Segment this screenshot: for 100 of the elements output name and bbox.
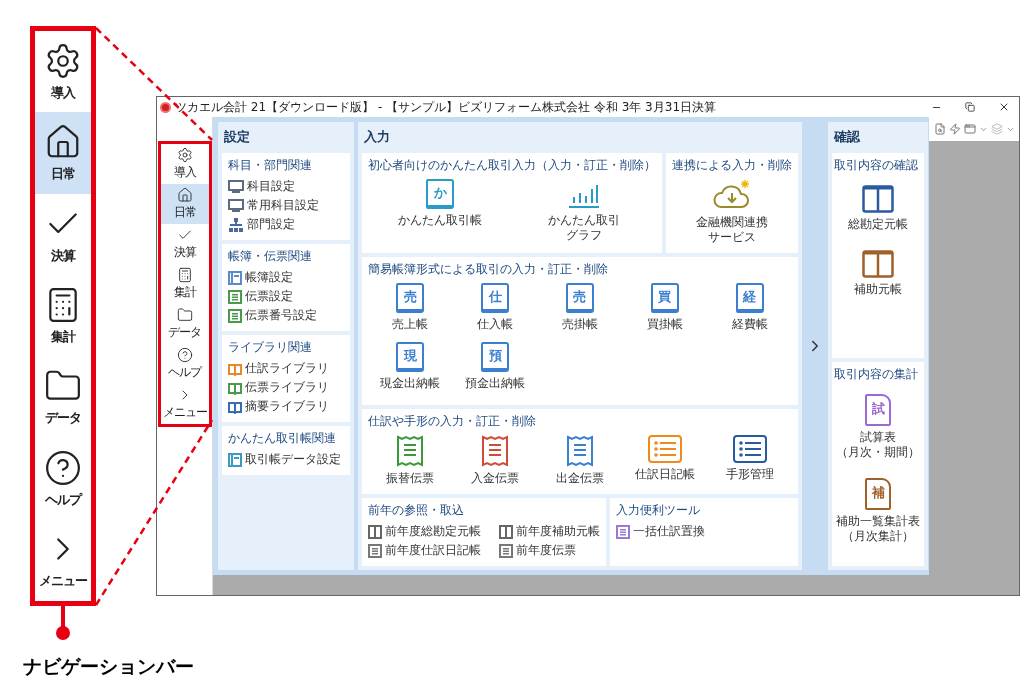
column-title: 確認: [832, 128, 861, 146]
shortcut-button[interactable]: か かんたん取引帳: [368, 177, 512, 245]
section-title: 入力便利ツール: [616, 502, 701, 519]
nav-item[interactable]: ヘルプ: [35, 438, 91, 520]
file-search-icon[interactable]: [934, 123, 946, 135]
help-icon: [176, 347, 193, 363]
menu-link[interactable]: 伝票ライブラリ: [228, 378, 344, 397]
shortcut-button[interactable]: 経 経費帳: [707, 281, 792, 334]
tile-label: 経費帳: [731, 317, 768, 332]
shortcut-button[interactable]: かんたん取引 グラフ: [512, 177, 656, 245]
tile-label: 売上帳: [392, 317, 429, 332]
tile-label: 仕入帳: [477, 317, 514, 332]
folder-icon: [176, 307, 193, 323]
book-icon: 買: [650, 283, 679, 313]
section-title: 前年の参照・取込: [368, 502, 465, 519]
shortcut-button[interactable]: 仕 仕入帳: [452, 281, 538, 334]
shortcut-button[interactable]: 試 試算表 （月次・期間）: [834, 391, 922, 462]
layers-icon[interactable]: [991, 123, 1003, 135]
help-icon: [44, 448, 82, 487]
shortcut-button[interactable]: 仕訳日記帳: [622, 433, 708, 488]
nav-item[interactable]: 導入: [35, 31, 91, 113]
shortcut-button[interactable]: 預 預金出納帳: [452, 340, 538, 393]
section-title: 簡易帳簿形式による取引の入力・訂正・削除: [368, 261, 609, 278]
shortcut-button[interactable]: 現 現金出納帳: [368, 340, 453, 393]
document-icon: 補: [865, 477, 891, 510]
restore-icon: [965, 102, 975, 112]
shortcut-button[interactable]: 買 買掛帳: [622, 281, 708, 334]
section-title: 連携による入力・削除: [672, 157, 792, 174]
tile-label: 総勘定元帳: [848, 217, 908, 232]
nav-item[interactable]: 決算: [35, 193, 91, 276]
section-title: ライブラリ関連: [228, 339, 313, 356]
nav-item[interactable]: 導入: [160, 144, 209, 184]
menu-link[interactable]: 常用科目設定: [228, 196, 344, 215]
menu-link[interactable]: 帳簿設定: [228, 268, 344, 287]
nav-item[interactable]: 集計: [160, 264, 209, 304]
book-icon: 現: [396, 342, 425, 372]
book-icon: 預: [481, 342, 510, 372]
nav-item[interactable]: 集計: [35, 275, 91, 357]
nav-item[interactable]: メニュー: [160, 384, 209, 424]
section-title: かんたん取引帳関連: [228, 430, 337, 447]
tile-label: 売掛帳: [562, 317, 598, 332]
shortcut-button[interactable]: 入金伝票: [452, 433, 538, 488]
callout-dot: [56, 626, 70, 640]
shortcut-button[interactable]: 出金伝票: [537, 433, 623, 488]
section-title: 取引内容の集計: [834, 365, 919, 383]
calculator-icon: [176, 267, 193, 283]
menu-link[interactable]: 伝票設定: [228, 287, 344, 306]
nav-item[interactable]: データ: [160, 304, 209, 344]
shortcut-button[interactable]: 補 補助一覧集計表 （月次集計）: [834, 475, 922, 546]
section-title: 科目・部門関連: [228, 157, 313, 174]
menu-link[interactable]: 摘要ライブラリ: [228, 397, 344, 416]
tile-label: 試算表 （月次・期間）: [836, 429, 920, 460]
tile-label: 仕訳日記帳: [634, 467, 695, 482]
tile-label: 補助元帳: [854, 282, 902, 297]
book-icon: 経: [735, 283, 764, 313]
column-title: 入力: [363, 128, 391, 146]
menu-link[interactable]: 科目設定: [228, 177, 344, 196]
nav-item[interactable]: 決算: [160, 224, 209, 264]
shortcut-button[interactable]: 手形管理: [707, 433, 792, 488]
shortcut-button[interactable]: 売 売上帳: [368, 281, 453, 334]
section-title: 帳簿・伝票関連: [228, 248, 313, 265]
window-title: ツカエル会計 21【ダウンロード版】 - 【サンプル】ビズリフォーム株式会社 令和 3年 3月31日決算: [175, 98, 718, 116]
menu-link[interactable]: 取引帳データ設定: [228, 450, 344, 469]
nav-item[interactable]: 日常: [35, 112, 91, 194]
menu-link[interactable]: 一括仕訳置換: [616, 522, 705, 541]
close-icon: [998, 101, 1010, 113]
menu-link[interactable]: 前年度総勘定元帳: [368, 522, 481, 541]
section-title: 仕訳や手形の入力・訂正・削除: [368, 413, 537, 430]
nav-item[interactable]: ヘルプ: [160, 344, 209, 384]
menu-link[interactable]: 仕訳ライブラリ: [228, 359, 344, 378]
menu-link[interactable]: 前年度伝票: [499, 541, 600, 560]
tile-label: 金融機関連携 サービス: [696, 215, 768, 245]
shortcut-button[interactable]: 補助元帳: [834, 248, 922, 299]
document-icon: 試: [865, 393, 891, 426]
book-icon: 売: [566, 283, 594, 313]
menu-link[interactable]: 前年度補助元帳: [499, 522, 600, 541]
nav-item[interactable]: メニュー: [35, 519, 91, 601]
menu-link[interactable]: 伝票番号設定: [228, 306, 344, 325]
column-title: 設定: [223, 128, 251, 146]
window-icon[interactable]: [964, 123, 976, 135]
menu-link[interactable]: 前年度仕訳日記帳: [368, 541, 481, 560]
nav-item[interactable]: データ: [35, 356, 91, 439]
tile-label: 出金伝票: [556, 471, 604, 486]
shortcut-button[interactable]: 振替伝票: [368, 433, 453, 488]
tile-label: 振替伝票: [386, 471, 435, 486]
book-icon: 仕: [481, 283, 510, 313]
section-title: 取引内容の確認: [834, 157, 919, 174]
tile-label: かんたん取引 グラフ: [548, 213, 620, 243]
shortcut-button[interactable]: 金融機関連携 サービス: [672, 177, 792, 247]
callout-caption: ナビゲーションバー: [22, 654, 194, 679]
nav-item[interactable]: 日常: [160, 184, 209, 224]
lightning-icon[interactable]: [949, 123, 961, 135]
tile-label: 補助一覧集計表 （月次集計）: [836, 513, 920, 544]
settings-icon: [176, 147, 193, 163]
menu-link[interactable]: 部門設定: [228, 215, 344, 234]
section-title: 初心者向けのかんたん取引入力（入力・訂正・削除）: [368, 157, 656, 174]
shortcut-button[interactable]: 総勘定元帳: [834, 183, 922, 234]
tile-label: 預金出納帳: [465, 376, 526, 391]
shortcut-button[interactable]: 売 売掛帳: [537, 281, 623, 334]
app-logo-icon: [160, 101, 171, 113]
